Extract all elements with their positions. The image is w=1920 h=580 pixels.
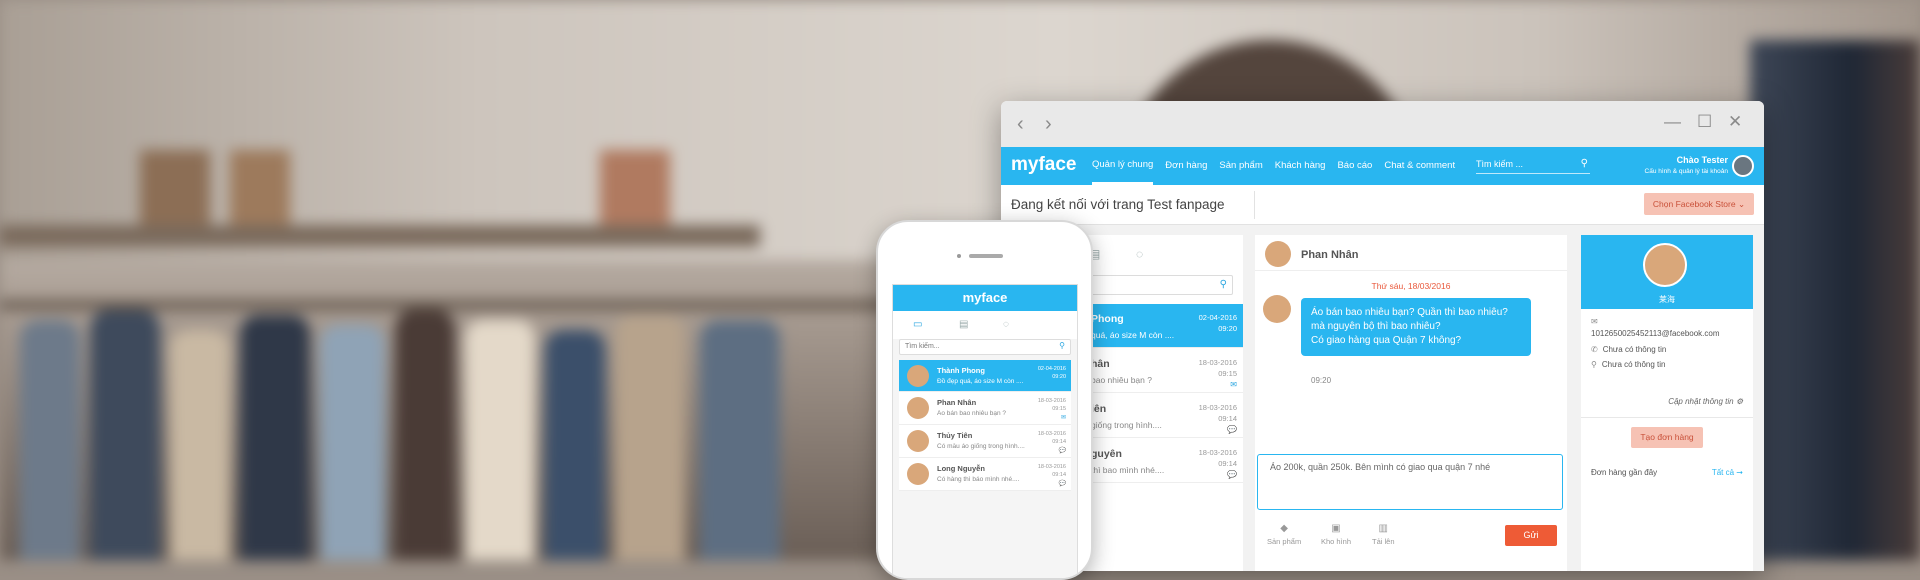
divider — [1254, 191, 1255, 219]
search-icon[interactable]: ⚲ — [1220, 279, 1227, 290]
close-icon[interactable]: ✕ — [1728, 112, 1742, 132]
list-item[interactable]: Long Nguyễn Có hàng thì báo mình nhé....… — [899, 458, 1071, 491]
profile-name: 莱海 — [1659, 295, 1675, 304]
speaker-icon — [969, 254, 1003, 258]
browser-window: ‹ › — ☐ ✕ myface Quản lý chung Đơn hàng … — [1001, 101, 1764, 571]
page-subheader: Đang kết nối với trang Test fanpage Chọn… — [1001, 185, 1764, 225]
profile-header: 莱海 — [1581, 235, 1753, 309]
back-arrow-icon[interactable]: ‹ — [1017, 113, 1024, 136]
phone-icon: ✆ — [1591, 345, 1598, 354]
avatar — [1265, 241, 1291, 267]
message-compose-input[interactable]: Áo 200k, quần 250k. Bên mình có giao qua… — [1257, 454, 1563, 510]
avatar — [907, 365, 929, 387]
upload-icon: ▥ — [1378, 523, 1388, 534]
page-title: Đang kết nối với trang Test fanpage — [1011, 197, 1225, 212]
user-avatar[interactable] — [1732, 155, 1754, 177]
list-item[interactable]: Phan Nhân Áo bán bao nhiêu bạn ? 18-03-2… — [899, 392, 1071, 425]
recent-orders-label: Đơn hàng gần đây — [1591, 468, 1658, 477]
address-row: ⚲ Chưa có thông tin — [1591, 360, 1666, 369]
chat-header: Phan Nhân — [1255, 235, 1567, 271]
image-library-button[interactable]: ▣ Kho hình — [1321, 523, 1351, 546]
email-row: ✉ — [1591, 317, 1603, 326]
comment-icon[interactable]: ◌ — [1003, 319, 1009, 330]
app-navbar: myface Quản lý chung Đơn hàng Sản phẩm K… — [1001, 147, 1764, 185]
profile-email: 1012650025452113@facebook.com — [1591, 329, 1720, 338]
message-time: 09:20 — [1311, 376, 1332, 385]
nav-search-input[interactable]: Tìm kiếm ... ⚲ — [1476, 157, 1590, 174]
user-menu[interactable]: Chào Tester Cấu hình & quản lý tài khoản — [1645, 155, 1728, 175]
main-menu: Quản lý chung Đơn hàng Sản phẩm Khách hà… — [1092, 147, 1467, 185]
arrow-right-icon: ➞ — [1736, 468, 1743, 477]
comment-icon: 💬 — [1058, 481, 1066, 487]
phone-app-title: myface — [893, 285, 1077, 311]
comment-icon[interactable]: ◌ — [1136, 247, 1143, 261]
products-tool-button[interactable]: ◆ Sản phẩm — [1267, 523, 1301, 546]
update-info-link[interactable]: Cập nhật thông tin ⚙ — [1668, 397, 1743, 406]
window-titlebar: ‹ › — ☐ ✕ — [1001, 101, 1764, 147]
avatar — [1643, 243, 1687, 287]
avatar — [1263, 295, 1291, 323]
chat-panel: Phan Nhân Thứ sáu, 18/03/2016 Áo bán bao… — [1255, 235, 1567, 571]
minimize-icon[interactable]: — — [1664, 112, 1681, 132]
date-divider: Thứ sáu, 18/03/2016 — [1371, 281, 1451, 291]
search-icon: ⚲ — [1059, 341, 1065, 350]
upload-button[interactable]: ▥ Tải lên — [1372, 523, 1395, 546]
image-icon: ▣ — [1331, 523, 1341, 534]
inbox-icon[interactable]: ▭ — [913, 319, 922, 330]
list-item[interactable]: Thủy Tiên Có mẫu áo giống trong hình....… — [899, 425, 1071, 458]
create-order-button[interactable]: Tạo đơn hàng — [1631, 427, 1703, 448]
choose-store-button[interactable]: Chọn Facebook Store ⌄ — [1644, 193, 1754, 215]
avatar — [907, 397, 929, 419]
message-icon: ✉ — [1060, 415, 1066, 421]
comment-icon: 💬 — [1227, 470, 1237, 479]
location-icon: ⚲ — [1591, 360, 1597, 369]
comment-icon: 💬 — [1227, 425, 1237, 434]
send-button[interactable]: Gửi — [1505, 525, 1557, 546]
list-item[interactable]: Thành Phong Đồ đẹp quá, áo size M còn ..… — [899, 360, 1071, 392]
comment-icon: 💬 — [1058, 448, 1066, 454]
mail-icon: ✉ — [1591, 317, 1598, 326]
app-logo[interactable]: myface — [1011, 154, 1077, 176]
forward-arrow-icon[interactable]: › — [1045, 113, 1052, 136]
message-icon: ✉ — [1230, 380, 1237, 389]
avatar — [907, 463, 929, 485]
menu-item-chat[interactable]: Chat & comment — [1384, 147, 1455, 185]
phone-mockup: myface ▭ ▤ ◌ Tìm kiếm... ⚲ Thành Phong Đồ… — [876, 220, 1093, 580]
menu-item-reports[interactable]: Báo cáo — [1337, 147, 1372, 185]
camera-icon — [957, 254, 961, 258]
search-icon[interactable]: ⚲ — [1581, 158, 1588, 169]
phone-row: ✆ Chưa có thông tin — [1591, 345, 1667, 354]
document-icon[interactable]: ▤ — [959, 319, 968, 330]
menu-item-overview[interactable]: Quản lý chung — [1092, 147, 1154, 185]
menu-item-products[interactable]: Sản phẩm — [1219, 147, 1262, 185]
tag-icon: ◆ — [1280, 523, 1288, 534]
customer-profile-panel: 莱海 ✉ 1012650025452113@facebook.com ✆ Chưa… — [1581, 235, 1753, 571]
account-settings-link[interactable]: Cấu hình & quản lý tài khoản — [1645, 168, 1728, 175]
all-orders-link[interactable]: Tất cả ➞ — [1712, 468, 1743, 477]
avatar — [907, 430, 929, 452]
phone-search-input[interactable]: Tìm kiếm... ⚲ — [899, 339, 1071, 355]
gear-icon: ⚙ — [1735, 397, 1743, 406]
divider — [1581, 417, 1753, 418]
chat-contact-name: Phan Nhân — [1301, 249, 1359, 261]
phone-screen: myface ▭ ▤ ◌ Tìm kiếm... ⚲ Thành Phong Đồ… — [892, 284, 1078, 578]
menu-item-orders[interactable]: Đơn hàng — [1165, 147, 1207, 185]
user-greeting: Chào Tester — [1676, 155, 1728, 165]
message-bubble: Áo bán bao nhiêu bạn? Quần thì bao nhiêu… — [1301, 298, 1531, 356]
phone-tabs: ▭ ▤ ◌ — [893, 311, 1077, 339]
maximize-icon[interactable]: ☐ — [1697, 112, 1712, 132]
menu-item-customers[interactable]: Khách hàng — [1275, 147, 1326, 185]
